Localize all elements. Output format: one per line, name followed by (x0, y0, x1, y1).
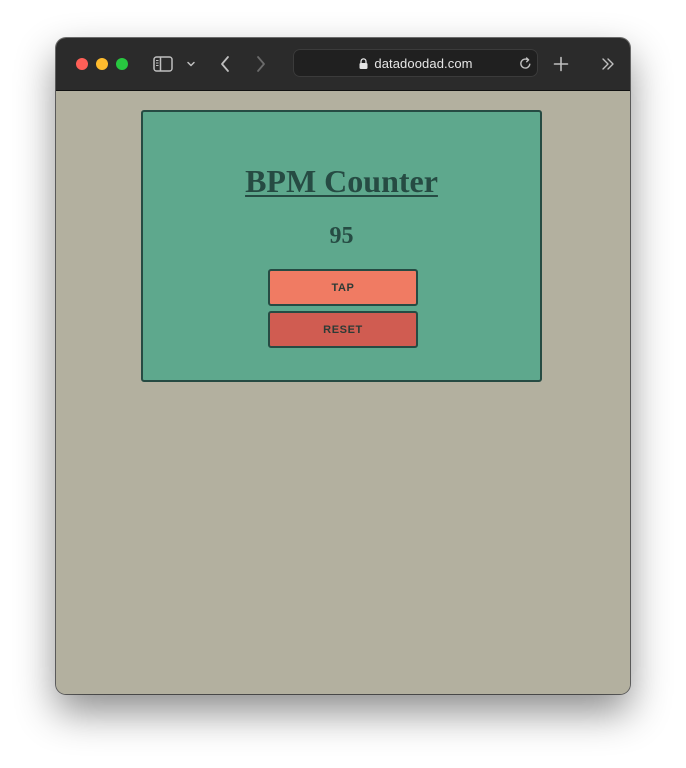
browser-toolbar: datadoodad.com (56, 38, 630, 91)
bpm-value: 95 (329, 223, 354, 249)
reload-icon[interactable] (518, 56, 532, 70)
chevron-left-icon[interactable] (216, 53, 234, 75)
sidebar-icon[interactable] (152, 54, 174, 74)
chevron-down-icon[interactable] (184, 56, 198, 72)
plus-icon[interactable] (550, 53, 572, 75)
minimize-window-button[interactable] (96, 58, 108, 70)
url-text: datadoodad.com (374, 55, 473, 71)
close-window-button[interactable] (76, 58, 88, 70)
page-title: BPM Counter (245, 163, 438, 199)
bpm-counter-card: BPM Counter 95 TAP RESET (141, 110, 542, 382)
chevron-right-icon[interactable] (252, 53, 270, 75)
reset-button[interactable]: RESET (268, 311, 418, 348)
double-chevron-right-icon[interactable] (598, 54, 618, 74)
tap-button[interactable]: TAP (268, 269, 418, 306)
page-content: BPM Counter 95 TAP RESET (56, 91, 630, 694)
lock-icon (358, 57, 368, 69)
browser-window: datadoodad.com BPM Counter 95 TAP RESET (56, 38, 630, 694)
maximize-window-button[interactable] (116, 58, 128, 70)
address-bar[interactable]: datadoodad.com (293, 49, 538, 77)
